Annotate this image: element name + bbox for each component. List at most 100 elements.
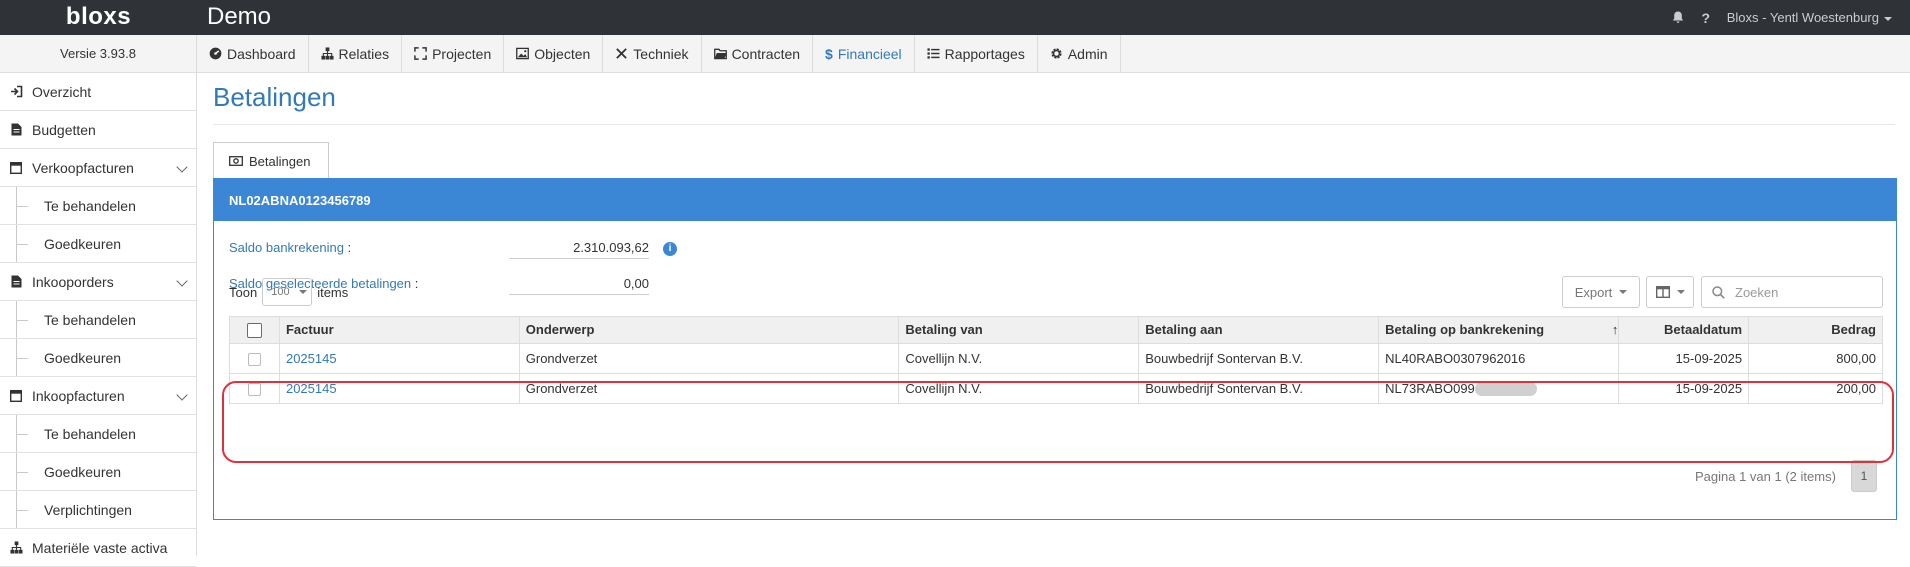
- main-nav: Dashboard Relaties Projecten Objecten Te…: [197, 35, 1910, 73]
- user-name: Bloxs - Yentl Woestenburg: [1726, 10, 1879, 25]
- column-header[interactable]: Bedrag: [1748, 316, 1883, 344]
- sidebar: Overzicht Budgetten Verkoopfacturen Te b…: [0, 73, 197, 567]
- calendar-icon: [0, 161, 32, 174]
- nav-admin[interactable]: Admin: [1038, 35, 1121, 72]
- help-icon[interactable]: ?: [1699, 10, 1713, 26]
- column-header[interactable]: Betaling van: [898, 316, 1140, 344]
- search-icon: [1712, 285, 1725, 299]
- sidebar-item-verkoopfacturen[interactable]: Verkoopfacturen: [0, 149, 196, 187]
- tab-betalingen[interactable]: Betalingen: [213, 142, 329, 179]
- bell-icon[interactable]: [1671, 11, 1685, 25]
- tab-label: Betalingen: [249, 153, 311, 169]
- sort-icon[interactable]: ↑: [1610, 318, 1618, 343]
- page-size-value: 100: [271, 286, 290, 298]
- invoice-link[interactable]: 2025145: [278, 343, 520, 374]
- sidebar-subitem-te-behandelen[interactable]: Te behandelen: [0, 187, 196, 225]
- subject-cell: Grondverzet: [518, 373, 900, 404]
- select-all-header[interactable]: [229, 316, 280, 344]
- redacted-blur: [1474, 382, 1537, 397]
- payer-cell: Covellijn N.V.: [898, 343, 1140, 374]
- column-header[interactable]: Betaaldatum: [1618, 316, 1750, 344]
- nav-label: Rapportages: [944, 45, 1025, 62]
- payments-panel: NL02ABNA0123456789 Saldo bankrekening : …: [213, 178, 1897, 520]
- column-header[interactable]: Factuur: [278, 316, 520, 344]
- nav-label: Techniek: [633, 45, 689, 62]
- table-header-row: Factuur Onderwerp Betaling van Betaling …: [229, 316, 1883, 344]
- sign-in-icon: [0, 85, 32, 98]
- sidebar-item-budgetten[interactable]: Budgetten: [0, 111, 196, 149]
- chevron-down-icon[interactable]: [176, 161, 188, 173]
- nav-label: Projecten: [432, 45, 492, 62]
- user-menu[interactable]: Bloxs - Yentl Woestenburg: [1727, 10, 1892, 25]
- columns-button[interactable]: [1646, 276, 1694, 308]
- sidebar-item-overzicht[interactable]: Overzicht: [0, 73, 196, 111]
- columns-icon: [1655, 286, 1670, 298]
- nav-label: Financieel: [837, 45, 902, 62]
- saldo-selected-value: 0,00: [509, 276, 649, 295]
- info-icon[interactable]: i: [663, 242, 677, 256]
- payee-cell: Bouwbedrijf Sontervan B.V.: [1138, 373, 1380, 404]
- calendar-icon: [0, 389, 32, 402]
- sidebar-subitem-verplichtingen[interactable]: Verplichtingen: [0, 491, 196, 529]
- sidebar-subitem-te-behandelen[interactable]: Te behandelen: [0, 415, 196, 453]
- nav-dashboard[interactable]: Dashboard: [197, 35, 309, 72]
- sidebar-item-label: Inkooporders: [32, 273, 114, 290]
- row-select-cell[interactable]: [229, 373, 280, 404]
- column-header[interactable]: Onderwerp: [518, 316, 900, 344]
- sidebar-item-label: Verkoopfacturen: [32, 159, 134, 176]
- nav-relaties[interactable]: Relaties: [309, 35, 403, 72]
- nav-financieel[interactable]: $ Financieel: [813, 35, 915, 72]
- search-placeholder: Zoeken: [1735, 284, 1779, 300]
- nav-contracten[interactable]: Contracten: [702, 35, 814, 72]
- page-size-control: Toon 100 items: [229, 278, 348, 306]
- payment-date-cell: 15-09-2025: [1618, 343, 1750, 374]
- nav-projecten[interactable]: Projecten: [402, 35, 505, 72]
- row-checkbox[interactable]: [247, 383, 261, 397]
- nav-label: Relaties: [338, 45, 390, 62]
- nav-label: Admin: [1067, 45, 1108, 62]
- payment-date-cell: 15-09-2025: [1618, 373, 1750, 404]
- sidebar-subitem-te-behandelen[interactable]: Te behandelen: [0, 301, 196, 339]
- sidebar-item-materiele-vaste-activa[interactable]: Materiële vaste activa: [0, 529, 196, 567]
- nav-techniek[interactable]: Techniek: [603, 35, 702, 72]
- sidebar-subitem-goedkeuren[interactable]: Goedkeuren: [0, 339, 196, 377]
- column-header-label: Betaling op bankrekening: [1385, 322, 1545, 337]
- bank-account-text: NL73RABO099: [1385, 380, 1475, 396]
- invoice-link[interactable]: 2025145: [278, 373, 520, 404]
- column-header-with-sort[interactable]: Betaling op bankrekening ↑: [1378, 316, 1620, 344]
- sidebar-item-label: Overzicht: [32, 83, 92, 100]
- nav-rapportages[interactable]: Rapportages: [915, 35, 1038, 72]
- nav-label: Contracten: [731, 45, 801, 62]
- bank-account-cell: NL73RABO099: [1378, 373, 1620, 404]
- file-icon: [0, 275, 32, 288]
- items-label: items: [317, 284, 349, 300]
- sidebar-subitem-goedkeuren[interactable]: Goedkeuren: [0, 225, 196, 263]
- sitemap-icon: [0, 541, 32, 554]
- page-size-select[interactable]: 100: [262, 278, 313, 306]
- nav-label: Objecten: [534, 45, 591, 62]
- saldo-bank-row: Saldo bankrekening : 2.310.093,62 i: [229, 240, 689, 260]
- chevron-down-icon[interactable]: [176, 389, 188, 401]
- sitemap-icon: [320, 47, 334, 60]
- column-header[interactable]: Betaling aan: [1138, 316, 1380, 344]
- chevron-down-icon[interactable]: [176, 275, 188, 287]
- sidebar-item-inkoopfacturen[interactable]: Inkoopfacturen: [0, 377, 196, 415]
- image-icon: [516, 47, 530, 60]
- caret-down-icon: [1676, 290, 1685, 294]
- select-all-checkbox[interactable]: [246, 323, 262, 339]
- sidebar-item-inkooporders[interactable]: Inkooporders: [0, 263, 196, 301]
- saldo-bank-label: Saldo bankrekening: [229, 240, 344, 255]
- export-label: Export: [1574, 284, 1613, 300]
- pagination-page-button[interactable]: 1: [1851, 460, 1877, 492]
- account-header: NL02ABNA0123456789: [214, 179, 1896, 221]
- row-select-cell[interactable]: [229, 343, 280, 374]
- logo[interactable]: bloxs: [0, 0, 197, 35]
- nav-objecten[interactable]: Objecten: [504, 35, 604, 72]
- subject-cell: Grondverzet: [518, 343, 900, 374]
- row-checkbox[interactable]: [247, 353, 261, 367]
- export-button[interactable]: Export: [1562, 276, 1640, 308]
- table-row[interactable]: 2025145 Grondverzet Covellijn N.V. Bouwb…: [229, 373, 1883, 404]
- table-row[interactable]: 2025145 Grondverzet Covellijn N.V. Bouwb…: [229, 343, 1883, 374]
- sidebar-subitem-goedkeuren[interactable]: Goedkeuren: [0, 453, 196, 491]
- search-input[interactable]: Zoeken: [1701, 276, 1883, 308]
